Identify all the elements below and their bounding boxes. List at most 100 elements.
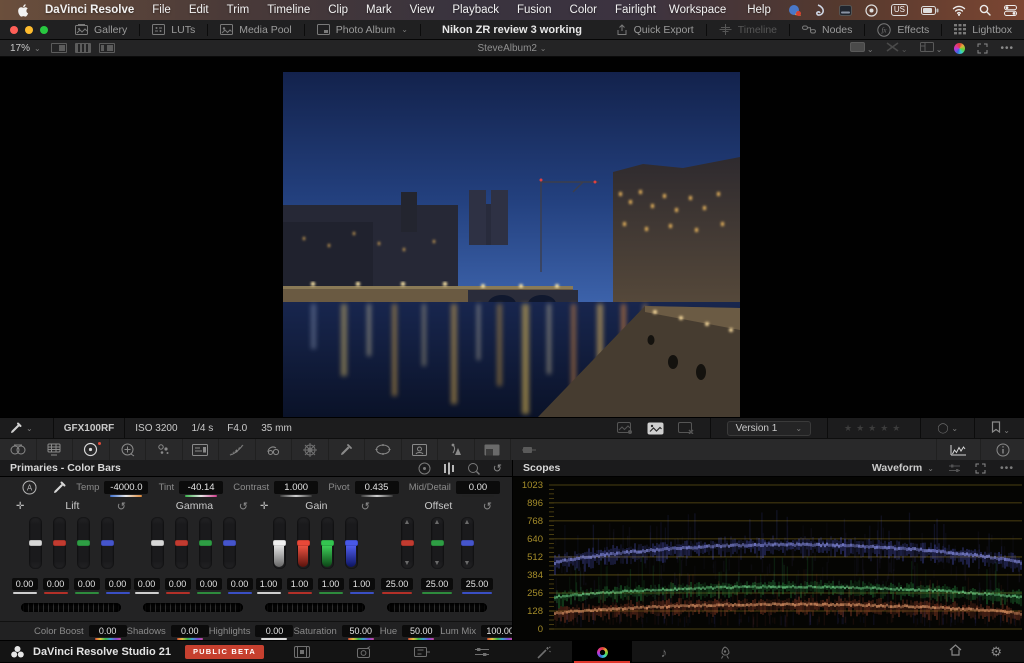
contrast-control[interactable]: Contrast 1.000 xyxy=(233,481,318,494)
gain-red-slider[interactable] xyxy=(297,517,310,569)
settings-gear-icon[interactable]: ⚙ xyxy=(990,644,1002,660)
version-dropdown[interactable]: Version 1 ⌄ xyxy=(727,421,811,436)
color-viewer-icon[interactable] xyxy=(954,43,965,54)
adjustment-panel-tool[interactable] xyxy=(183,439,220,460)
offset-blue-slider[interactable]: ▲▼ xyxy=(461,517,474,569)
menu-view[interactable]: View xyxy=(401,4,444,16)
gain-master-slider[interactable] xyxy=(273,517,286,569)
pivot-control[interactable]: Pivot 0.435 xyxy=(328,481,398,494)
pivot-value[interactable]: 0.435 xyxy=(355,481,399,494)
temp-control[interactable]: Temp -4000.0 xyxy=(76,481,148,494)
info-button[interactable] xyxy=(980,439,1024,460)
gamma-blue-slider[interactable] xyxy=(223,517,236,569)
menu-file[interactable]: File xyxy=(143,4,180,16)
record-status-icon[interactable] xyxy=(865,3,878,17)
wheels-mode-icon[interactable] xyxy=(418,462,431,475)
white-balance-picker-icon[interactable] xyxy=(53,481,66,494)
luts-button[interactable]: LUTs xyxy=(140,20,207,39)
qualifier-web-tool[interactable] xyxy=(292,439,329,460)
photo-album-button[interactable]: Photo Album ⌄ xyxy=(305,20,420,39)
lightbox-button[interactable]: Lightbox xyxy=(942,20,1024,39)
gamma-red-value[interactable]: 0.00 xyxy=(165,578,191,590)
apple-logo-icon[interactable] xyxy=(12,3,36,17)
lift-blue-slider[interactable] xyxy=(101,517,114,569)
keyframes-tool[interactable] xyxy=(511,439,548,460)
flag-dropdown[interactable]: ⌄ xyxy=(991,421,1010,436)
gain-custom-icon[interactable]: ✛ xyxy=(260,501,272,512)
page-color[interactable] xyxy=(572,641,632,663)
gain-master-wheel[interactable] xyxy=(265,603,365,612)
menu-clip[interactable]: Clip xyxy=(319,4,357,16)
menu-timeline[interactable]: Timeline xyxy=(258,4,319,16)
hue-value[interactable]: 50.00 xyxy=(402,625,440,637)
lum-mix-control[interactable]: Lum Mix 100.00 xyxy=(440,625,519,637)
mid-detail-control[interactable]: Mid/Detail 0.00 xyxy=(409,481,500,494)
gamma-master-value[interactable]: 0.00 xyxy=(134,578,160,590)
picker-tool[interactable] xyxy=(329,439,366,460)
scope-options-icon[interactable]: ••• xyxy=(1000,462,1014,474)
hue-control[interactable]: Hue 50.00 xyxy=(380,625,440,637)
menu-playback[interactable]: Playback xyxy=(443,4,508,16)
gain-master-value[interactable]: 1.00 xyxy=(256,578,282,590)
input-source-badge[interactable]: US xyxy=(891,4,908,16)
viewer-canvas[interactable] xyxy=(0,57,1024,417)
lift-green-value[interactable]: 0.00 xyxy=(74,578,100,590)
offset-blue-value[interactable]: 25.00 xyxy=(461,578,493,590)
battery-icon[interactable] xyxy=(921,3,939,17)
control-center-icon[interactable] xyxy=(1004,3,1017,17)
saturation-control[interactable]: Saturation 50.00 xyxy=(293,625,379,637)
reset-all-icon[interactable]: ↺ xyxy=(493,462,502,475)
terminal-status-icon[interactable] xyxy=(839,3,852,17)
temp-value[interactable]: -4000.0 xyxy=(104,481,148,494)
gamma-master-slider[interactable] xyxy=(151,517,164,569)
lift-blue-value[interactable]: 0.00 xyxy=(105,578,131,590)
search-icon[interactable] xyxy=(979,3,991,17)
menu-fusion[interactable]: Fusion xyxy=(508,4,561,16)
highlights-value[interactable]: 0.00 xyxy=(255,625,293,637)
tracker-tool[interactable] xyxy=(402,439,439,460)
lift-red-value[interactable]: 0.00 xyxy=(43,578,69,590)
image-enabled-icon[interactable] xyxy=(647,422,664,435)
page-fairlight[interactable]: ♪ xyxy=(634,641,694,663)
menu-help[interactable]: Help xyxy=(743,4,775,16)
curves-tool[interactable] xyxy=(219,439,256,460)
bars-mode-icon[interactable] xyxy=(443,462,455,475)
color-match-tool[interactable] xyxy=(37,439,74,460)
page-cut[interactable] xyxy=(334,641,394,663)
menu-workspace[interactable]: Workspace xyxy=(665,4,730,16)
label-color-dropdown[interactable]: ◯ ⌄ xyxy=(937,423,958,434)
tint-control[interactable]: Tint -40.14 xyxy=(159,481,223,494)
page-fusion[interactable] xyxy=(452,641,512,663)
lift-reset-icon[interactable]: ↺ xyxy=(117,500,126,513)
maximize-window-button[interactable] xyxy=(40,26,48,34)
quick-export-button[interactable]: Quick Export xyxy=(604,20,706,39)
menu-fairlight[interactable]: Fairlight xyxy=(606,4,665,16)
remove-grade-icon[interactable] xyxy=(678,422,694,434)
shadows-value[interactable]: 0.00 xyxy=(171,625,209,637)
effects-button[interactable]: fx Effects xyxy=(865,20,941,39)
color-boost-value[interactable]: 0.00 xyxy=(89,625,127,637)
contrast-value[interactable]: 1.000 xyxy=(274,481,318,494)
offset-green-slider[interactable]: ▲▼ xyxy=(431,517,444,569)
hdr-wheels-tool[interactable] xyxy=(110,439,147,460)
scope-mode-dropdown[interactable]: Waveform ⌄ xyxy=(872,462,934,474)
wifi-icon[interactable] xyxy=(952,3,966,17)
gain-blue-value[interactable]: 1.00 xyxy=(349,578,375,590)
waveform-scope[interactable]: 10238967686405123842561280 xyxy=(513,477,1024,639)
lift-custom-icon[interactable]: ✛ xyxy=(16,501,28,512)
star-rating[interactable]: ★★★★★ xyxy=(844,423,904,434)
home-icon[interactable] xyxy=(949,644,962,660)
gain-reset-icon[interactable]: ↺ xyxy=(361,500,370,513)
lift-green-slider[interactable] xyxy=(77,517,90,569)
offset-master-wheel[interactable] xyxy=(387,603,487,612)
offset-reset-icon[interactable]: ↺ xyxy=(483,500,492,513)
timeline-button[interactable]: Timeline xyxy=(707,20,789,39)
grab-still-dropdown[interactable]: ⌄ xyxy=(0,422,43,434)
gamma-green-slider[interactable] xyxy=(199,517,212,569)
page-color-grade-wand[interactable] xyxy=(514,641,574,663)
magic-mask-tool[interactable] xyxy=(438,439,475,460)
color-boost-control[interactable]: Color Boost 0.00 xyxy=(34,625,127,637)
scopes-toggle-button[interactable] xyxy=(936,439,980,460)
gain-green-slider[interactable] xyxy=(321,517,334,569)
offset-red-value[interactable]: 25.00 xyxy=(381,578,413,590)
